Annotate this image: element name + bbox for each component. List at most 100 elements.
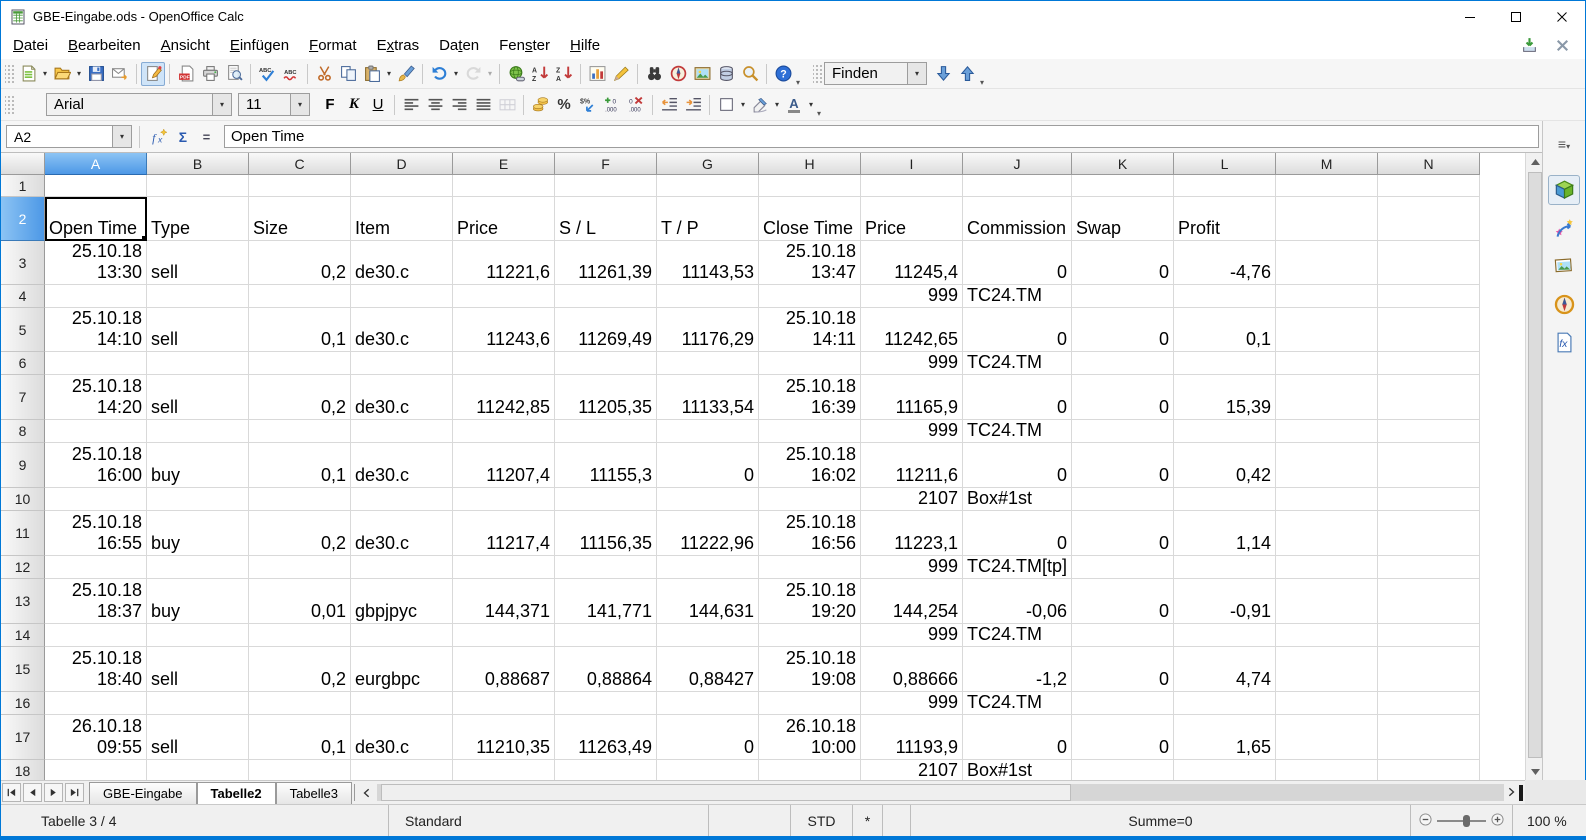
cell-G4[interactable] bbox=[657, 285, 759, 308]
cell-A7[interactable]: 25.10.1814:20 bbox=[45, 375, 147, 420]
cell-M5[interactable] bbox=[1276, 308, 1378, 352]
align-left-icon[interactable] bbox=[399, 93, 423, 117]
sheet-tab-tabelle3[interactable]: Tabelle3 bbox=[276, 782, 352, 804]
cell-N2[interactable] bbox=[1378, 197, 1480, 241]
cell-G8[interactable] bbox=[657, 420, 759, 443]
redo-icon-dropdown[interactable]: ▾ bbox=[485, 69, 495, 78]
cell-E14[interactable] bbox=[453, 624, 555, 647]
row-header-6[interactable]: 6 bbox=[1, 352, 45, 375]
menu-hilfe[interactable]: Hilfe bbox=[560, 34, 610, 57]
column-header-A[interactable]: A bbox=[45, 153, 147, 175]
minimize-button[interactable] bbox=[1447, 1, 1493, 32]
cell-H12[interactable] bbox=[759, 556, 861, 579]
cell-K6[interactable] bbox=[1072, 352, 1174, 375]
gallery-deck-icon[interactable] bbox=[1548, 251, 1580, 281]
cell-E10[interactable] bbox=[453, 488, 555, 511]
sheet-tab-gbe-eingabe[interactable]: GBE-Eingabe bbox=[89, 782, 197, 804]
column-header-E[interactable]: E bbox=[453, 153, 555, 175]
column-header-F[interactable]: F bbox=[555, 153, 657, 175]
cell-I2[interactable]: Price bbox=[861, 197, 963, 241]
cell-J6[interactable]: TC24.TM bbox=[963, 352, 1072, 375]
cell-F3[interactable]: 11261,39 bbox=[555, 241, 657, 285]
format-paintbrush-icon[interactable] bbox=[394, 62, 418, 86]
cell-E12[interactable] bbox=[453, 556, 555, 579]
cell-B13[interactable]: buy bbox=[147, 579, 249, 624]
cell-K7[interactable]: 0 bbox=[1072, 375, 1174, 420]
cell-G1[interactable] bbox=[657, 175, 759, 197]
cell-B8[interactable] bbox=[147, 420, 249, 443]
cell-L13[interactable]: -0,91 bbox=[1174, 579, 1276, 624]
cell-H8[interactable] bbox=[759, 420, 861, 443]
cell-H14[interactable] bbox=[759, 624, 861, 647]
cell-J18[interactable]: Box#1st bbox=[963, 760, 1072, 780]
cell-A16[interactable] bbox=[45, 692, 147, 715]
cell-M17[interactable] bbox=[1276, 715, 1378, 760]
menu-fenster[interactable]: Fenster bbox=[489, 34, 560, 57]
column-header-L[interactable]: L bbox=[1174, 153, 1276, 175]
cell-H7[interactable]: 25.10.1816:39 bbox=[759, 375, 861, 420]
cell-J11[interactable]: 0 bbox=[963, 511, 1072, 556]
first-sheet-icon[interactable] bbox=[2, 783, 21, 802]
borders-icon-dropdown[interactable]: ▾ bbox=[738, 100, 748, 109]
cell-J15[interactable]: -1,2 bbox=[963, 647, 1072, 692]
styles-window-icon[interactable] bbox=[16, 93, 40, 117]
column-header-G[interactable]: G bbox=[657, 153, 759, 175]
cell-J2[interactable]: Commission bbox=[963, 197, 1072, 241]
cell-D18[interactable] bbox=[351, 760, 453, 780]
cell-F9[interactable]: 11155,3 bbox=[555, 443, 657, 488]
cell-L9[interactable]: 0,42 bbox=[1174, 443, 1276, 488]
zoom-slider-thumb[interactable] bbox=[1463, 815, 1470, 827]
cell-D1[interactable] bbox=[351, 175, 453, 197]
cell-E15[interactable]: 0,88687 bbox=[453, 647, 555, 692]
open-icon-dropdown[interactable]: ▾ bbox=[74, 69, 84, 78]
cell-C5[interactable]: 0,1 bbox=[249, 308, 351, 352]
row-header-3[interactable]: 3 bbox=[1, 241, 45, 285]
cell-M11[interactable] bbox=[1276, 511, 1378, 556]
cell-N7[interactable] bbox=[1378, 375, 1480, 420]
cell-N4[interactable] bbox=[1378, 285, 1480, 308]
data-sources-icon[interactable] bbox=[714, 62, 738, 86]
column-header-H[interactable]: H bbox=[759, 153, 861, 175]
cell-I15[interactable]: 0,88666 bbox=[861, 647, 963, 692]
column-header-I[interactable]: I bbox=[861, 153, 963, 175]
cell-D16[interactable] bbox=[351, 692, 453, 715]
cell-N9[interactable] bbox=[1378, 443, 1480, 488]
new-document-icon[interactable] bbox=[16, 62, 40, 86]
cell-B15[interactable]: sell bbox=[147, 647, 249, 692]
cell-G9[interactable]: 0 bbox=[657, 443, 759, 488]
cell-A3[interactable]: 25.10.1813:30 bbox=[45, 241, 147, 285]
cell-D17[interactable]: de30.c bbox=[351, 715, 453, 760]
cell-K18[interactable] bbox=[1072, 760, 1174, 780]
cell-F4[interactable] bbox=[555, 285, 657, 308]
cell-E6[interactable] bbox=[453, 352, 555, 375]
status-zoom-level[interactable]: 100 % bbox=[1513, 805, 1586, 837]
cell-B10[interactable] bbox=[147, 488, 249, 511]
copy-icon[interactable] bbox=[336, 62, 360, 86]
cell-K13[interactable]: 0 bbox=[1072, 579, 1174, 624]
name-box-dropdown-icon[interactable]: ▾ bbox=[112, 126, 131, 147]
cell-C16[interactable] bbox=[249, 692, 351, 715]
cell-E5[interactable]: 11243,6 bbox=[453, 308, 555, 352]
cell-F7[interactable]: 11205,35 bbox=[555, 375, 657, 420]
cell-L6[interactable] bbox=[1174, 352, 1276, 375]
horizontal-scrollbar-thumb[interactable] bbox=[381, 784, 1071, 801]
cell-F16[interactable] bbox=[555, 692, 657, 715]
cell-C4[interactable] bbox=[249, 285, 351, 308]
cell-G10[interactable] bbox=[657, 488, 759, 511]
equals-icon[interactable]: = bbox=[195, 125, 219, 149]
cell-I8[interactable]: 999 bbox=[861, 420, 963, 443]
cell-J10[interactable]: Box#1st bbox=[963, 488, 1072, 511]
cell-N10[interactable] bbox=[1378, 488, 1480, 511]
cell-F13[interactable]: 141,771 bbox=[555, 579, 657, 624]
cell-K15[interactable]: 0 bbox=[1072, 647, 1174, 692]
cell-G15[interactable]: 0,88427 bbox=[657, 647, 759, 692]
cell-M15[interactable] bbox=[1276, 647, 1378, 692]
cell-D11[interactable]: de30.c bbox=[351, 511, 453, 556]
cell-H6[interactable] bbox=[759, 352, 861, 375]
chart-icon[interactable] bbox=[585, 62, 609, 86]
row-header-18[interactable]: 18 bbox=[1, 760, 45, 780]
cell-I16[interactable]: 999 bbox=[861, 692, 963, 715]
cell-F11[interactable]: 11156,35 bbox=[555, 511, 657, 556]
cell-C3[interactable]: 0,2 bbox=[249, 241, 351, 285]
cell-K5[interactable]: 0 bbox=[1072, 308, 1174, 352]
